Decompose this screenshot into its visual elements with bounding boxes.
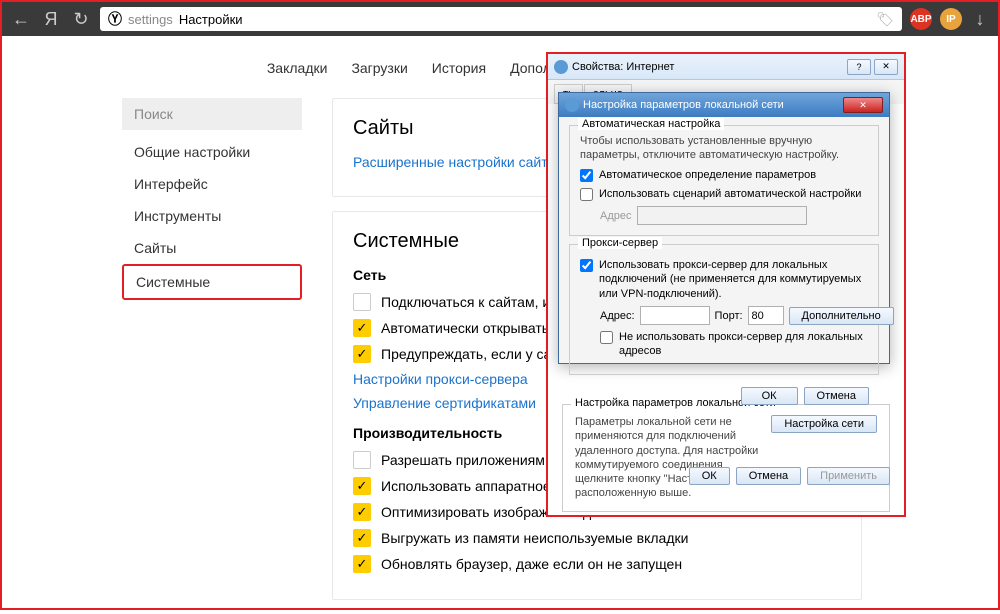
- sidebar-item-2[interactable]: Инструменты: [122, 200, 302, 232]
- checkbox-icon[interactable]: ✓: [353, 345, 371, 363]
- sidebar: Поиск Общие настройкиИнтерфейсИнструмент…: [122, 98, 302, 614]
- lan-advanced-button[interactable]: Дополнительно: [789, 307, 894, 325]
- checkbox-icon[interactable]: ✓: [353, 477, 371, 495]
- ie-ok-button[interactable]: ОК: [689, 467, 730, 485]
- ie-lan-fieldset: Настройка параметров локальной сети Пара…: [562, 404, 890, 512]
- sidebar-item-1[interactable]: Интерфейс: [122, 168, 302, 200]
- ie-titlebar[interactable]: Свойства: Интернет ? ✕: [548, 54, 904, 80]
- lan-cancel-button[interactable]: Отмена: [804, 387, 869, 405]
- ie-close-button[interactable]: ✕: [874, 59, 898, 75]
- checkbox-icon[interactable]: [353, 293, 371, 311]
- sidebar-header: Поиск: [122, 98, 302, 130]
- check-row[interactable]: ✓ Выгружать из памяти неиспользуемые вкла…: [353, 529, 841, 547]
- lan-proxy-addr-label: Адрес:: [600, 310, 635, 322]
- lan-ok-button[interactable]: ОК: [741, 387, 798, 405]
- lan-close-button[interactable]: ✕: [843, 97, 883, 113]
- checkbox-icon[interactable]: ✓: [353, 319, 371, 337]
- lan-bypass-checkbox[interactable]: Не использовать прокси-сервер для локаль…: [580, 330, 868, 359]
- lan-auto-fieldset: Автоматическая настройка Чтобы использов…: [569, 125, 879, 236]
- lan-auto-detect-checkbox[interactable]: Автоматическое определение параметров: [580, 168, 868, 182]
- lan-title-text: Настройка параметров локальной сети: [583, 99, 784, 111]
- bookmark-icon[interactable]: 🏷: [876, 11, 894, 28]
- ie-network-settings-button[interactable]: Настройка сети: [771, 415, 877, 433]
- globe-icon: [554, 60, 568, 74]
- checkbox-icon[interactable]: ✓: [353, 555, 371, 573]
- download-icon[interactable]: ↓: [970, 9, 990, 30]
- back-button[interactable]: ←: [10, 9, 32, 30]
- lan-proxy-port-label: Порт:: [715, 310, 743, 322]
- lan-settings-dialog: Настройка параметров локальной сети ✕ Ав…: [558, 92, 890, 364]
- addr-prefix: settings: [128, 12, 173, 27]
- addr-icon: Ⓨ: [108, 9, 122, 29]
- lan-proxy-legend: Прокси-сервер: [578, 237, 662, 249]
- sidebar-item-4[interactable]: Системные: [122, 264, 302, 300]
- lan-proxy-fieldset: Прокси-сервер Использовать прокси-сервер…: [569, 244, 879, 374]
- checkbox-icon[interactable]: ✓: [353, 529, 371, 547]
- lan-script-addr-input: [637, 206, 807, 225]
- lan-script-addr-label: Адрес: [600, 210, 632, 222]
- address-bar[interactable]: Ⓨ settings Настройки 🏷: [100, 7, 902, 31]
- checkbox-icon[interactable]: [353, 451, 371, 469]
- addr-text: Настройки: [179, 12, 243, 27]
- reload-button[interactable]: ↻: [70, 9, 92, 30]
- checkbox-icon[interactable]: ✓: [353, 503, 371, 521]
- lan-use-script-checkbox[interactable]: Использовать сценарий автоматической нас…: [580, 187, 868, 201]
- lan-auto-legend: Автоматическая настройка: [578, 118, 724, 130]
- ie-help-button[interactable]: ?: [847, 59, 871, 75]
- abp-icon[interactable]: ABP: [910, 8, 932, 30]
- sidebar-item-3[interactable]: Сайты: [122, 232, 302, 264]
- check-row[interactable]: ✓ Обновлять браузер, даже если он не запу…: [353, 555, 841, 573]
- lan-proxy-addr-input[interactable]: [640, 306, 710, 325]
- globe-icon: [565, 98, 579, 112]
- sidebar-item-0[interactable]: Общие настройки: [122, 136, 302, 168]
- browser-toolbar: ← Я ↻ Ⓨ settings Настройки 🏷 ABP IP ↓: [2, 2, 998, 36]
- ip-icon[interactable]: IP: [940, 8, 962, 30]
- ie-title-text: Свойства: Интернет: [572, 61, 674, 73]
- checkbox-label: Обновлять браузер, даже если он не запущ…: [381, 556, 682, 572]
- lan-auto-text: Чтобы использовать установленные вручную…: [580, 134, 868, 163]
- lan-titlebar[interactable]: Настройка параметров локальной сети ✕: [559, 93, 889, 117]
- tab-1[interactable]: Загрузки: [339, 54, 419, 86]
- checkbox-label: Выгружать из памяти неиспользуемые вклад…: [381, 530, 688, 546]
- tab-0[interactable]: Закладки: [255, 54, 340, 86]
- ie-apply-button[interactable]: Применить: [807, 467, 890, 485]
- lan-proxy-port-input[interactable]: [748, 306, 784, 325]
- tab-2[interactable]: История: [420, 54, 498, 86]
- ie-lan-text: Параметры локальной сети не применяются …: [575, 415, 761, 501]
- yandex-logo[interactable]: Я: [40, 9, 62, 30]
- lan-use-proxy-checkbox[interactable]: Использовать прокси-сервер для локальных…: [580, 258, 868, 301]
- ie-cancel-button[interactable]: Отмена: [736, 467, 801, 485]
